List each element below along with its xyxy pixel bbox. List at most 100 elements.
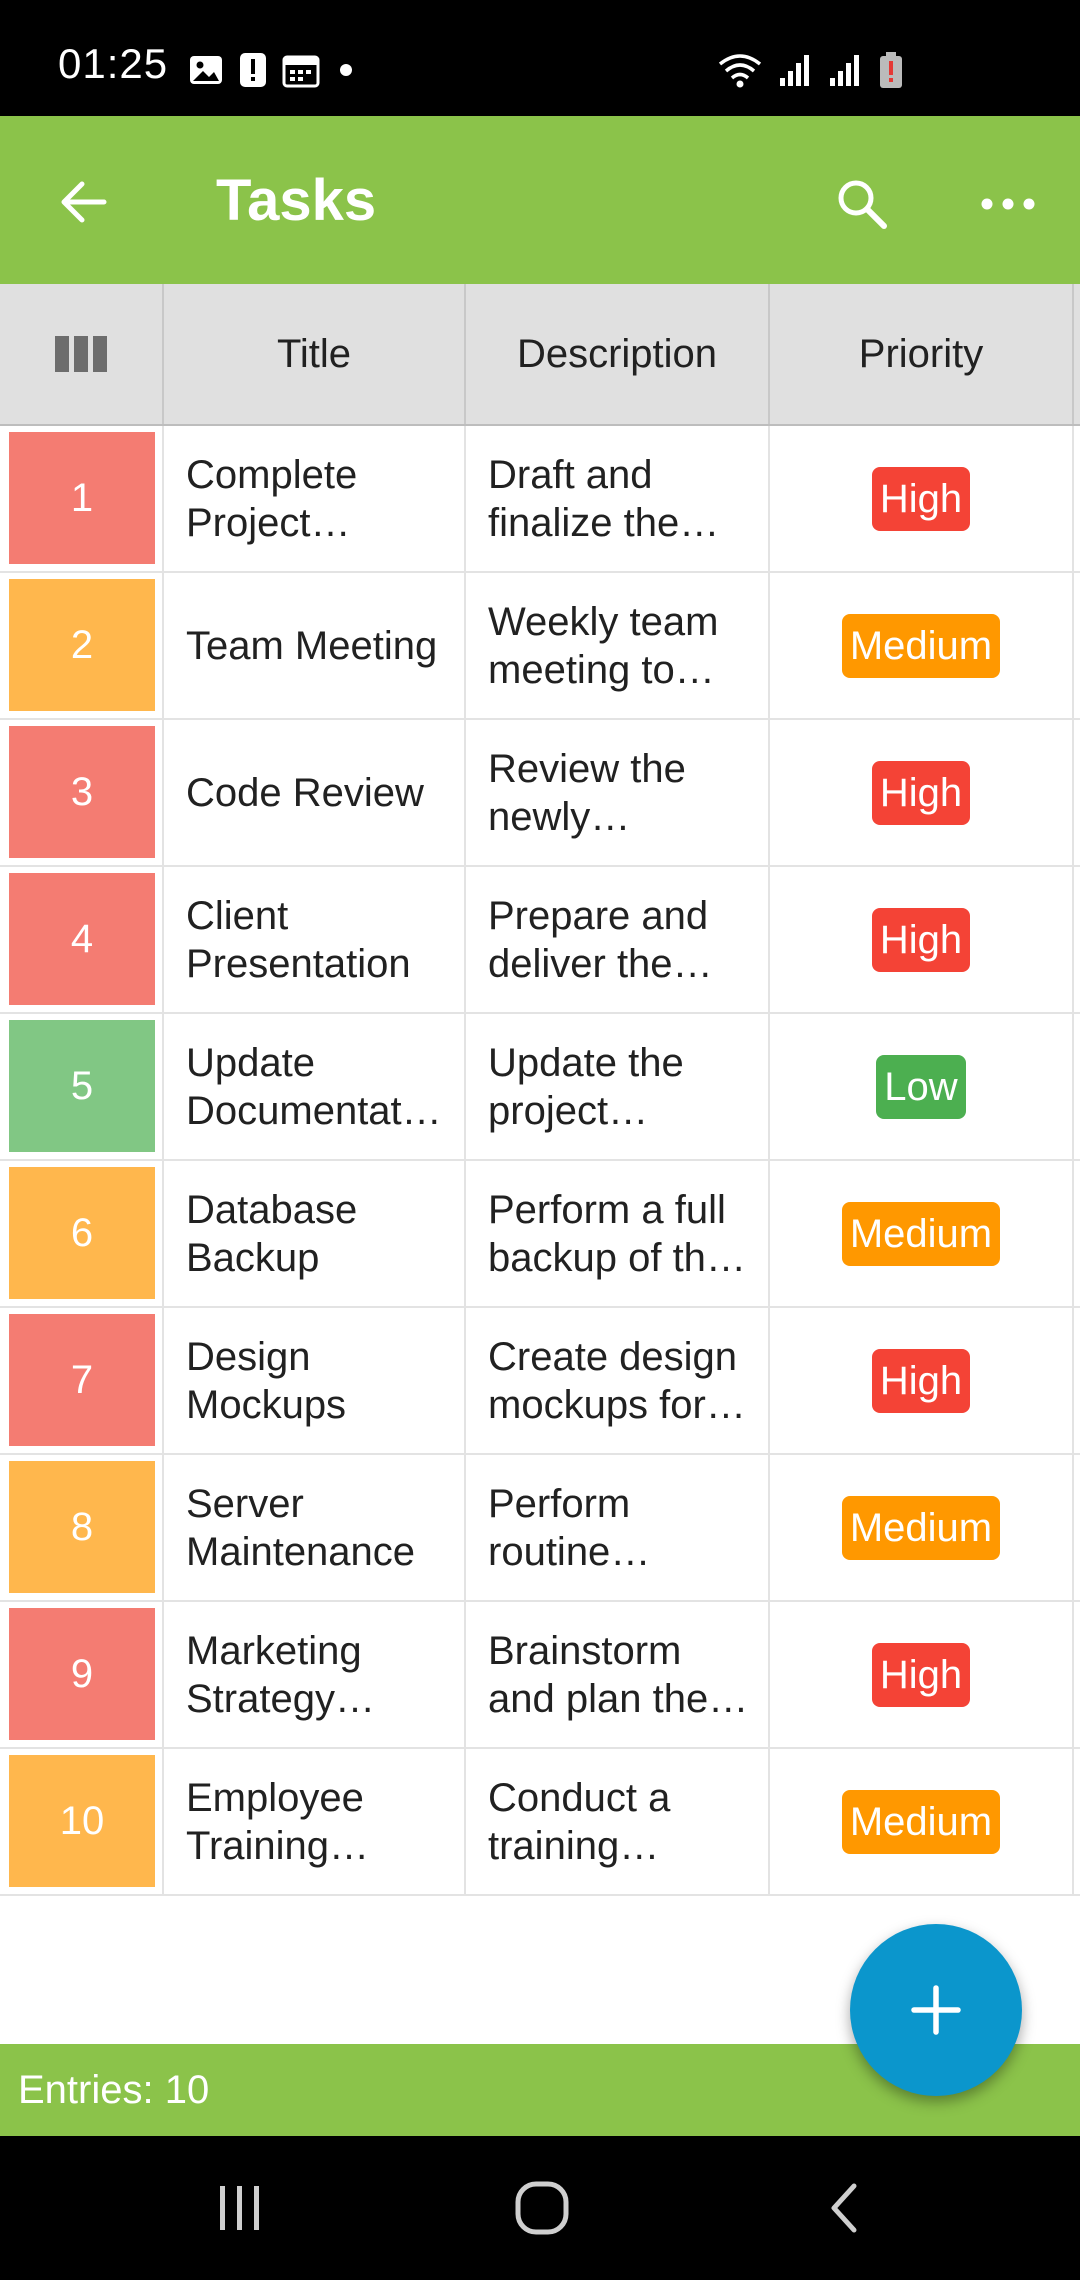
- status-bar: 01:25: [0, 0, 1080, 116]
- priority-badge: Medium: [841, 1789, 1001, 1854]
- priority-cell: High: [770, 720, 1074, 865]
- row-index-cell: 4: [0, 867, 164, 1012]
- table-row[interactable]: 6 Database Backup Perform a full backup of…: [0, 1161, 1080, 1308]
- description-cell: Perform a full backup of the database: [466, 1161, 770, 1306]
- priority-cell: High: [770, 1602, 1074, 1747]
- plus-icon: [911, 1985, 961, 2035]
- header-description[interactable]: Description: [466, 284, 770, 424]
- title-cell: Server Maintenance: [164, 1455, 466, 1600]
- add-task-button[interactable]: [850, 1924, 1022, 2096]
- dot-icon: [340, 64, 352, 76]
- priority-cell: Medium: [770, 1161, 1074, 1306]
- table-header: Title Description Priority: [0, 284, 1080, 426]
- arrow-left-icon: [61, 181, 107, 223]
- row-number: 3: [9, 726, 155, 858]
- title-cell: Database Backup: [164, 1161, 466, 1306]
- priority-cell: High: [770, 867, 1074, 1012]
- header-priority[interactable]: Priority: [770, 284, 1074, 424]
- task-title: Database Backup: [186, 1187, 358, 1280]
- title-cell: Update Documentation: [164, 1014, 466, 1159]
- task-title: Client Presentation: [186, 893, 411, 986]
- description-cell: Review the newly submitted code: [466, 720, 770, 865]
- recent-apps-icon: [220, 2186, 259, 2230]
- table-row[interactable]: 1 Complete Project Proposal Draft and fina…: [0, 426, 1080, 573]
- priority-cell: High: [770, 1308, 1074, 1453]
- table-row[interactable]: 10 Employee Training Session Conduct a tra…: [0, 1749, 1080, 1896]
- description-cell: Draft and finalize the project proposal: [466, 426, 770, 571]
- search-icon: [838, 180, 887, 229]
- row-number: 8: [9, 1461, 155, 1593]
- row-number: 2: [9, 579, 155, 711]
- task-description: Review the newly submitted code: [488, 746, 686, 839]
- table-row[interactable]: 3 Code Review Review the newly submitted c…: [0, 720, 1080, 867]
- columns-icon: [55, 336, 107, 372]
- title-cell: Team Meeting: [164, 573, 466, 718]
- recent-apps-button[interactable]: [200, 2172, 280, 2244]
- description-cell: Prepare and deliver the presentation: [466, 867, 770, 1012]
- title-cell: Client Presentation: [164, 867, 466, 1012]
- row-index-cell: 1: [0, 426, 164, 571]
- priority-badge: Medium: [841, 1495, 1001, 1560]
- task-title: Code Review: [186, 770, 424, 815]
- column-chooser-button[interactable]: [0, 284, 164, 424]
- task-description: Perform a full backup of the database: [488, 1187, 729, 1280]
- row-number: 1: [9, 432, 155, 564]
- table-row[interactable]: 8 Server Maintenance Perform routine maint…: [0, 1455, 1080, 1602]
- table-row[interactable]: 7 Design Mockups Create design mockups for…: [0, 1308, 1080, 1455]
- task-description: Create design mockups for the app: [488, 1334, 738, 1427]
- title-cell: Employee Training Session: [164, 1749, 466, 1894]
- signal-icon: [780, 55, 809, 86]
- task-title: Design Mockups: [186, 1334, 347, 1427]
- back-icon: [831, 2183, 857, 2233]
- row-index-cell: 3: [0, 720, 164, 865]
- table-row[interactable]: 9 Marketing Strategy Meeting Brainstorm an…: [0, 1602, 1080, 1749]
- task-description: Prepare and deliver the presentation: [488, 893, 709, 986]
- task-title: Server Maintenance: [186, 1481, 416, 1574]
- home-button[interactable]: [502, 2172, 582, 2244]
- row-index-cell: 8: [0, 1455, 164, 1600]
- row-index-cell: 5: [0, 1014, 164, 1159]
- search-button[interactable]: [822, 164, 902, 244]
- priority-cell: Medium: [770, 573, 1074, 718]
- row-number: 5: [9, 1020, 155, 1152]
- battery-low-icon: [880, 52, 902, 88]
- more-horizontal-icon: [981, 198, 1035, 210]
- table-row[interactable]: 4 Client Presentation Prepare and deliver …: [0, 867, 1080, 1014]
- priority-cell: Medium: [770, 1749, 1074, 1894]
- task-description: Conduct a training session: [488, 1775, 671, 1868]
- row-number: 10: [9, 1755, 155, 1887]
- description-cell: Create design mockups for the app: [466, 1308, 770, 1453]
- page-title: Tasks: [216, 168, 377, 233]
- task-description: Draft and finalize the project proposal: [488, 452, 680, 545]
- priority-badge: High: [871, 760, 971, 825]
- back-nav-button[interactable]: [806, 2172, 886, 2244]
- row-index-cell: 2: [0, 573, 164, 718]
- row-number: 9: [9, 1608, 155, 1740]
- task-title: Marketing Strategy Meeting: [186, 1628, 362, 1721]
- priority-badge: High: [871, 1348, 971, 1413]
- priority-cell: Low: [770, 1014, 1074, 1159]
- description-cell: Perform routine maintenance: [466, 1455, 770, 1600]
- row-number: 7: [9, 1314, 155, 1446]
- row-number: 6: [9, 1167, 155, 1299]
- priority-badge: High: [871, 466, 971, 531]
- signal-icon: [830, 55, 859, 86]
- image-icon: [190, 56, 222, 84]
- task-title: Team Meeting: [186, 623, 438, 668]
- row-index-cell: 9: [0, 1602, 164, 1747]
- priority-badge: Medium: [841, 613, 1001, 678]
- more-options-button[interactable]: [968, 164, 1048, 244]
- header-title[interactable]: Title: [164, 284, 466, 424]
- description-cell: Update the project documentation: [466, 1014, 770, 1159]
- wifi-icon: [718, 54, 762, 88]
- priority-cell: Medium: [770, 1455, 1074, 1600]
- table-row[interactable]: 2 Team Meeting Weekly team meeting to disc…: [0, 573, 1080, 720]
- entries-count: Entries: 10: [18, 2068, 210, 2112]
- description-cell: Weekly team meeting to discuss progress: [466, 573, 770, 718]
- back-button[interactable]: [44, 162, 124, 242]
- calendar-icon: [282, 55, 320, 88]
- task-description: Brainstorm and plan the strategy: [488, 1628, 709, 1721]
- row-index-cell: 6: [0, 1161, 164, 1306]
- priority-badge: Low: [876, 1054, 966, 1119]
- table-row[interactable]: 5 Update Documentation Update the project …: [0, 1014, 1080, 1161]
